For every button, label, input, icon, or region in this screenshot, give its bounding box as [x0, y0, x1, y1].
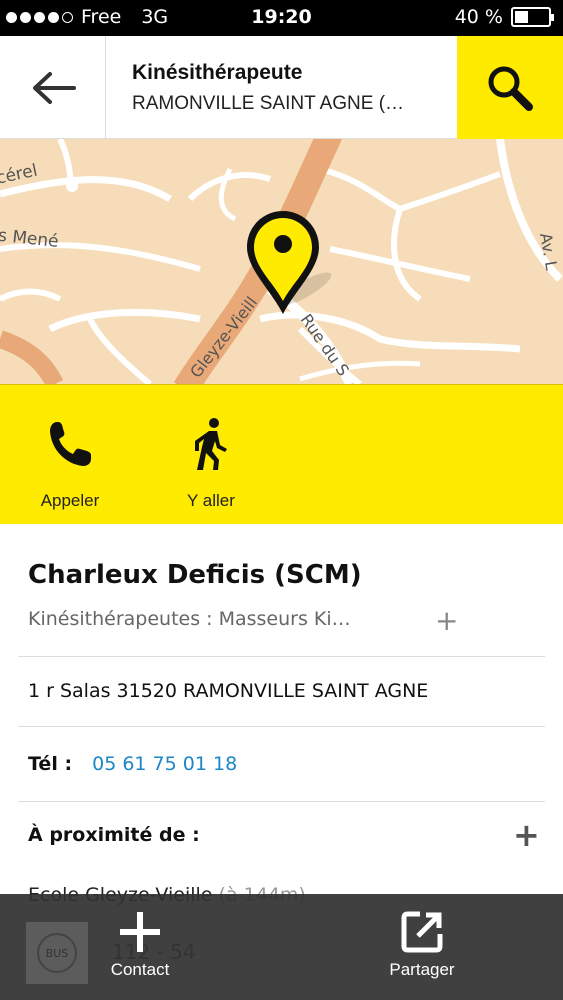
back-button[interactable]: [0, 36, 106, 139]
action-bar: Appeler Y aller: [0, 384, 563, 524]
call-label: Appeler: [40, 491, 100, 510]
share-button[interactable]: Partager: [352, 910, 492, 980]
plus-icon: [120, 912, 160, 952]
walking-person-icon: [195, 418, 227, 470]
battery-icon: [511, 7, 554, 27]
bottom-toolbar: BUS 112 - 54 Contact Partager: [0, 894, 563, 1000]
share-label: Partager: [389, 960, 455, 979]
nearby-heading: À proximité de :: [28, 824, 200, 846]
page-subtitle: RAMONVILLE SAINT AGNE (…: [132, 93, 405, 114]
page-title: Kinésithérapeute: [132, 61, 303, 84]
business-name: Charleux Deficis (SCM): [28, 560, 362, 590]
status-bar: Free 3G 19:20 40 %: [0, 0, 563, 36]
header: Kinésithérapeute RAMONVILLE SAINT AGNE (…: [0, 36, 563, 139]
directions-label: Y aller: [187, 491, 235, 510]
battery-percent: 40 %: [454, 6, 503, 28]
phone-row: Tél : 05 61 75 01 18: [28, 753, 237, 775]
expand-nearby-icon[interactable]: +: [513, 816, 540, 854]
header-titles: Kinésithérapeute RAMONVILLE SAINT AGNE (…: [132, 61, 452, 115]
search-button[interactable]: [457, 36, 563, 139]
phone-number-link[interactable]: 05 61 75 01 18: [92, 753, 237, 775]
contact-label: Contact: [110, 960, 170, 979]
divider: [18, 656, 545, 657]
call-button[interactable]: Appeler: [15, 415, 125, 511]
search-icon: [488, 66, 533, 111]
back-arrow-icon: [32, 71, 76, 104]
directions-button[interactable]: Y aller: [156, 415, 266, 511]
add-contact-button[interactable]: Contact: [70, 910, 210, 980]
business-category: Kinésithérapeutes : Masseurs Ki…: [28, 608, 351, 630]
divider: [18, 801, 545, 802]
map-view[interactable]: cérel s Mené Gleyze-Vieill Rue du S Av. …: [0, 139, 563, 384]
business-address[interactable]: 1 r Salas 31520 RAMONVILLE SAINT AGNE: [28, 680, 428, 702]
share-icon: [401, 911, 443, 953]
phone-icon: [50, 422, 91, 466]
expand-category-icon[interactable]: +: [435, 604, 458, 637]
phone-label: Tél :: [28, 753, 73, 775]
divider: [18, 726, 545, 727]
